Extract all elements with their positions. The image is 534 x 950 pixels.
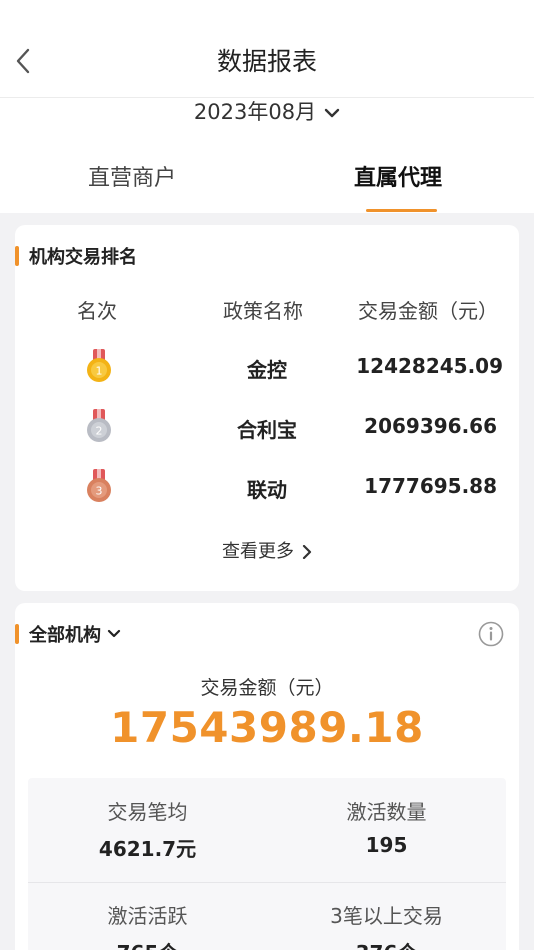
ranking-row: 3 联动 1777695.88 xyxy=(15,468,519,508)
summary-card: 全部机构 交易金额（元） 17543989.18 交易笔均 4621.7元 激活… xyxy=(15,603,519,950)
month-value: 2023年08月 xyxy=(193,100,317,124)
transaction-amount: 1777695.88 xyxy=(364,474,497,498)
month-selector-bar: 2023年08月 xyxy=(0,98,534,142)
ranking-row: 1 金控 12428245.09 xyxy=(15,348,519,388)
tab-bar: 直营商户 直属代理 xyxy=(0,142,534,213)
gold-medal-icon: 1 xyxy=(87,349,111,382)
section-header: 机构交易排名 xyxy=(15,245,137,268)
svg-text:1: 1 xyxy=(96,365,103,378)
top-navigation-bar: 数据报表 xyxy=(0,0,534,98)
stat-value: 765个 xyxy=(28,937,267,950)
policy-name: 合利宝 xyxy=(237,418,297,442)
stat-item: 激活数量 195 xyxy=(267,796,506,857)
tab-direct-merchants[interactable]: 直营商户 xyxy=(88,160,176,192)
month-selector[interactable]: 2023年08月 xyxy=(0,98,534,126)
institution-filter-label: 全部机构 xyxy=(29,625,101,646)
transaction-amount: 2069396.66 xyxy=(364,414,497,438)
stat-value: 195 xyxy=(365,833,408,857)
section-title: 机构交易排名 xyxy=(29,247,137,268)
chevron-down-icon xyxy=(107,629,121,638)
section-accent-bar xyxy=(15,246,19,266)
column-header-rank: 名次 xyxy=(77,299,117,323)
stat-label: 3笔以上交易 xyxy=(330,904,443,928)
stat-item: 激活活跃 765个 xyxy=(28,900,267,950)
active-tab-indicator xyxy=(366,209,437,212)
stat-item: 3笔以上交易 376个 xyxy=(267,900,506,950)
page-title: 数据报表 xyxy=(216,47,317,76)
silver-medal-icon: 2 xyxy=(87,409,111,442)
stats-grid: 交易笔均 4621.7元 激活数量 195 激活活跃 765个 3笔以上交易 3… xyxy=(28,778,506,950)
view-more-link[interactable]: 查看更多 xyxy=(15,537,519,563)
divider xyxy=(28,882,506,883)
column-header-amount: 交易金额（元） xyxy=(358,299,498,323)
policy-name: 联动 xyxy=(247,478,287,502)
section-accent-bar xyxy=(15,624,19,644)
view-more-label: 查看更多 xyxy=(222,541,294,562)
bronze-medal-icon: 3 xyxy=(87,469,111,502)
chevron-right-icon xyxy=(302,545,312,559)
transaction-amount: 12428245.09 xyxy=(356,354,503,378)
stat-label: 激活数量 xyxy=(346,800,427,824)
ranking-row: 2 合利宝 2069396.66 xyxy=(15,408,519,448)
stat-label: 交易笔均 xyxy=(107,800,188,824)
svg-text:3: 3 xyxy=(96,485,103,498)
stat-value: 376个 xyxy=(267,937,506,950)
institution-filter[interactable]: 全部机构 xyxy=(15,623,121,646)
stat-item: 交易笔均 4621.7元 xyxy=(28,796,267,862)
amount-label: 交易金额（元） xyxy=(200,677,334,699)
ranking-card: 机构交易排名 名次 政策名称 交易金额（元） 1 金控 12428245.09 … xyxy=(15,225,519,591)
stat-label: 激活活跃 xyxy=(107,904,188,928)
column-header-name: 政策名称 xyxy=(223,299,303,323)
chevron-down-icon xyxy=(324,108,340,118)
policy-name: 金控 xyxy=(247,358,287,382)
tab-direct-agents[interactable]: 直属代理 xyxy=(354,160,442,192)
stat-value: 4621.7元 xyxy=(98,837,197,861)
svg-text:2: 2 xyxy=(96,425,103,438)
total-amount-value: 17543989.18 xyxy=(110,703,424,752)
info-icon[interactable] xyxy=(478,621,504,647)
